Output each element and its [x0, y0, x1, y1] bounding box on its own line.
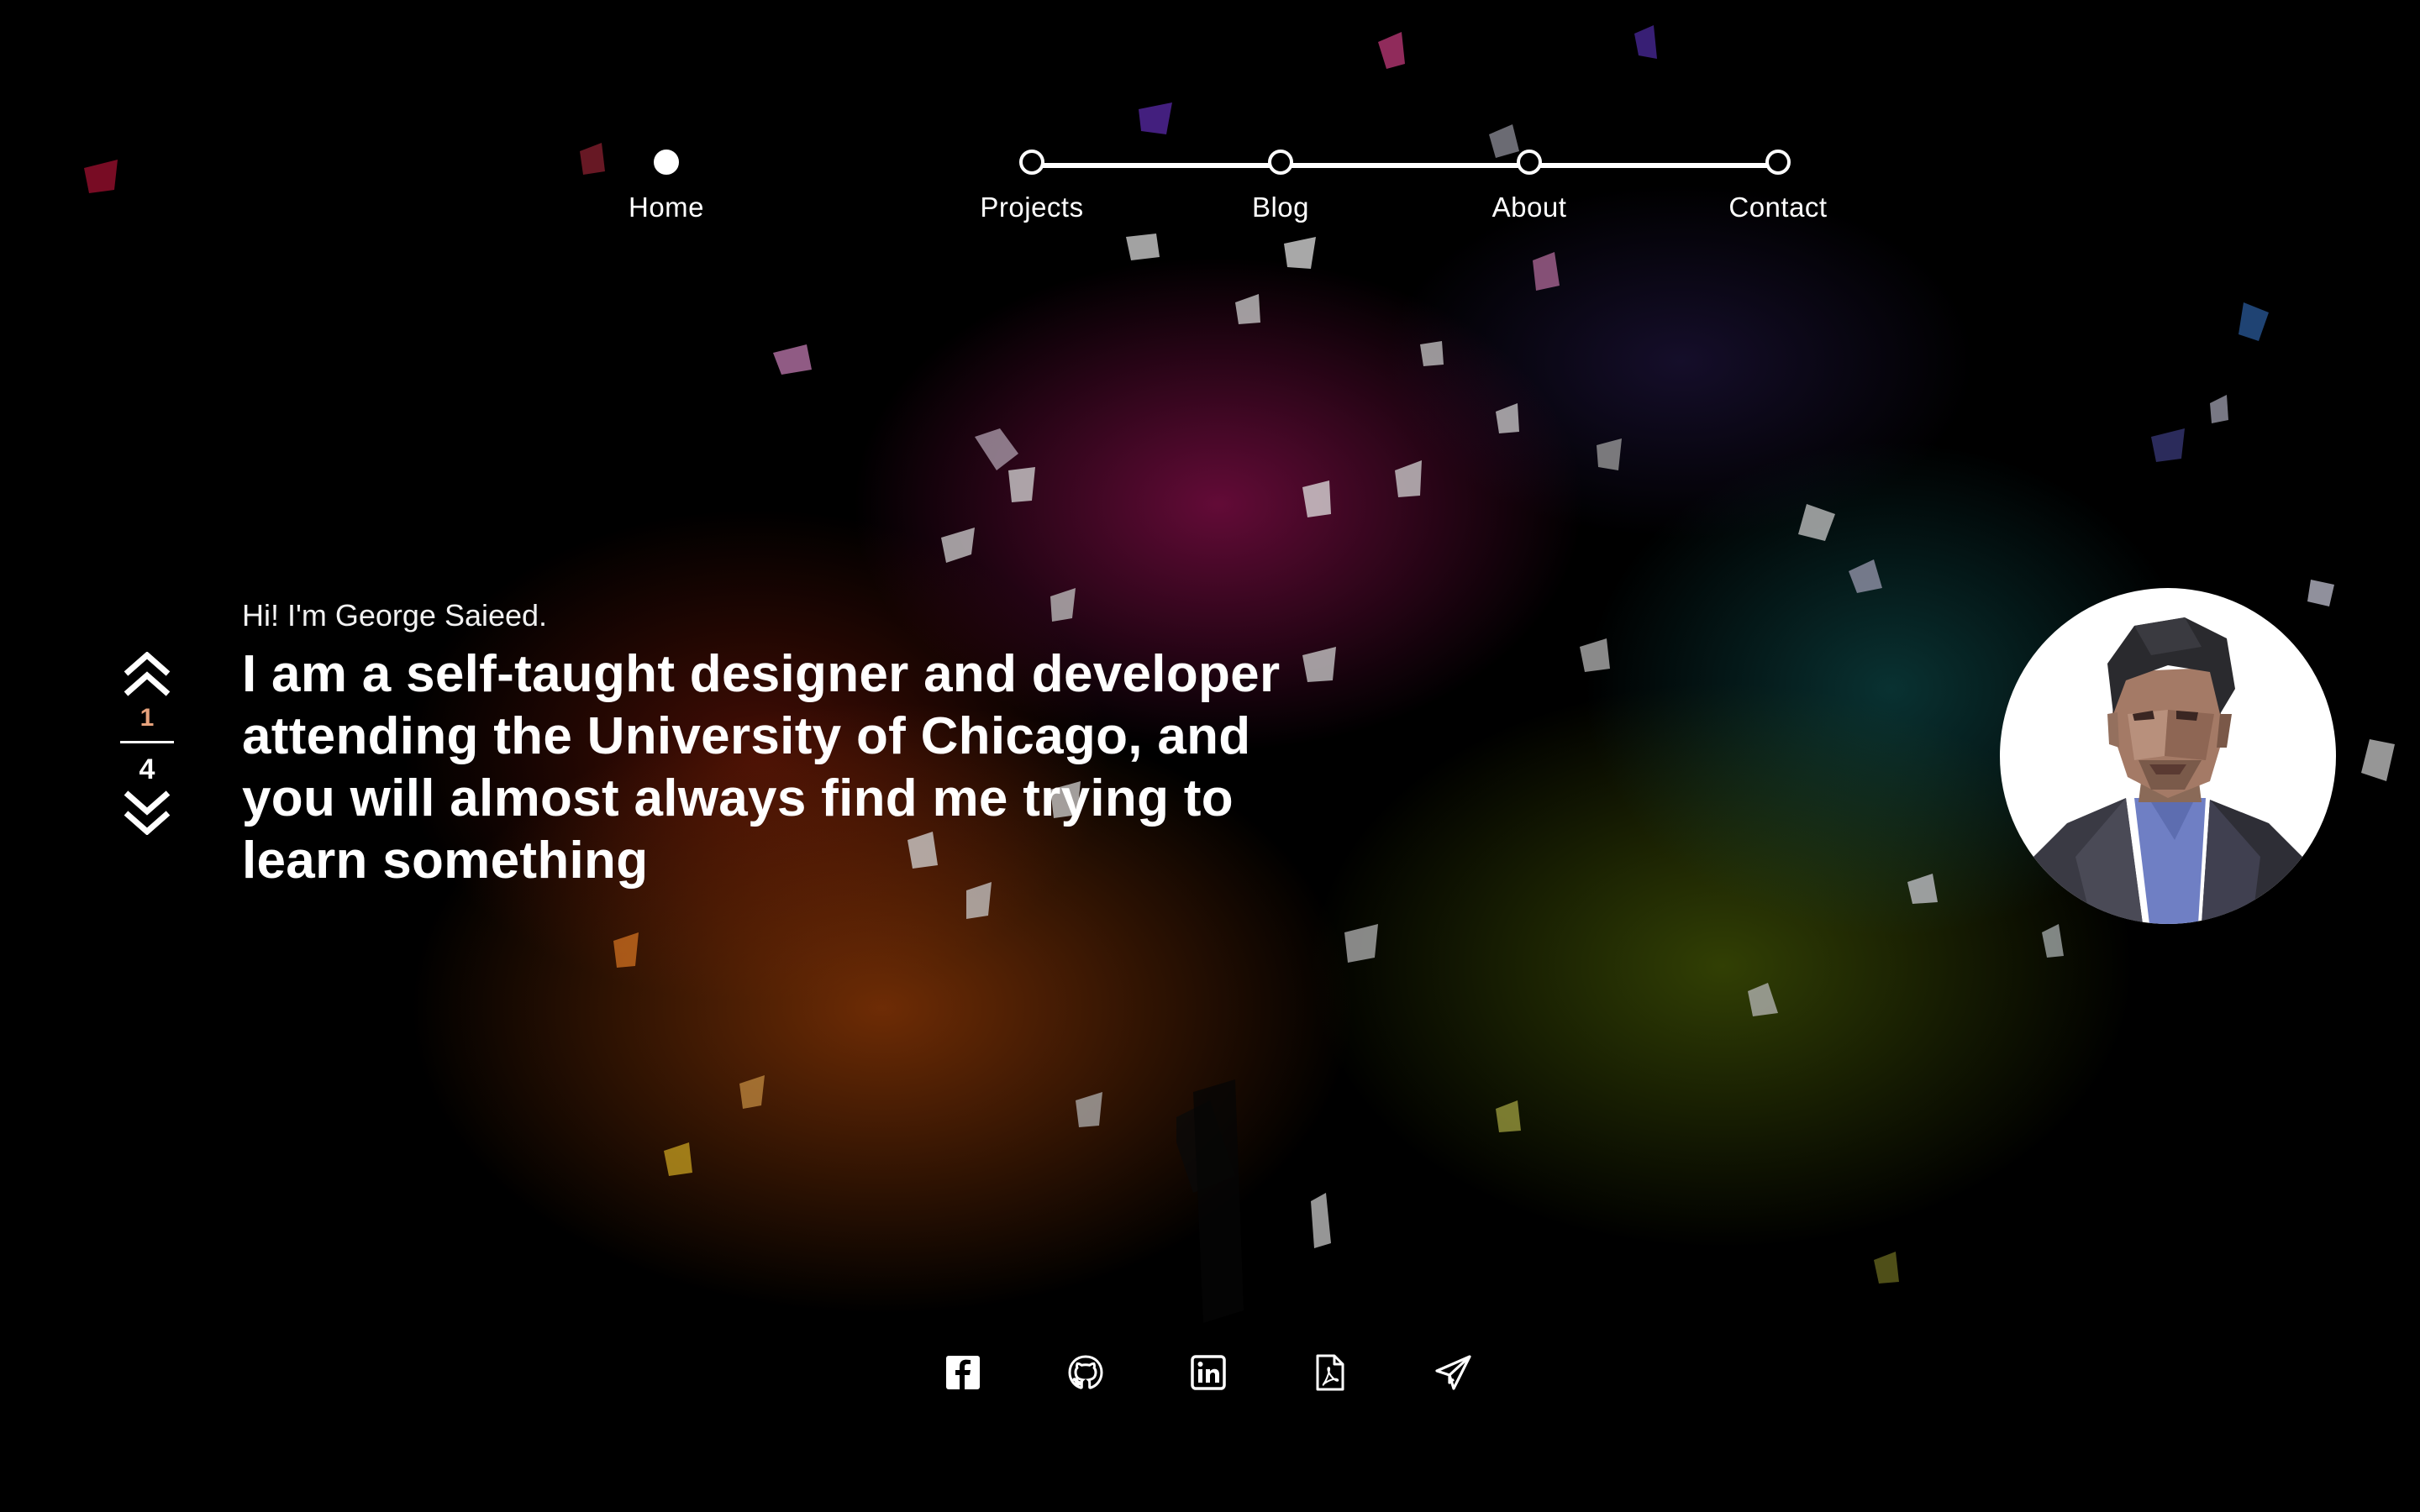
linkedin-icon[interactable] [1188, 1352, 1228, 1393]
avatar [2000, 588, 2336, 924]
pager-total-pages: 4 [139, 753, 155, 785]
nav-dot-home [654, 150, 679, 175]
github-icon[interactable] [1065, 1352, 1106, 1393]
nav-item-about[interactable]: About [1445, 150, 1613, 223]
hero-section: Hi! I'm George Saieed. I am a self-taugh… [242, 598, 1368, 892]
headline-line: you will almost always find me trying to [242, 769, 1234, 827]
nav-label-contact: Contact [1728, 192, 1828, 223]
nav-item-blog[interactable]: Blog [1197, 150, 1365, 223]
page-background: Home Projects Blog About Contact 1 4 Hi!… [0, 0, 2420, 1512]
low-poly-portrait [2008, 617, 2332, 924]
paper-plane-icon[interactable] [1434, 1352, 1474, 1393]
headline-line: I am a self-taught designer and develope… [242, 645, 1281, 703]
double-chevron-up-icon[interactable] [118, 652, 176, 699]
pager-current-page: 1 [139, 704, 155, 732]
nav-dot-contact [1765, 150, 1791, 175]
nav-dot-projects [1019, 150, 1044, 175]
top-nav: Home Projects Blog About Contact [0, 0, 2420, 252]
nav-label-about: About [1491, 192, 1567, 223]
headline-line: learn something [242, 832, 649, 890]
greeting-text: Hi! I'm George Saieed. [242, 598, 548, 633]
pdf-resume-icon[interactable] [1309, 1352, 1349, 1393]
nav-dot-blog [1268, 150, 1293, 175]
hero-headline: I am a self-taught designer and develope… [242, 643, 1368, 892]
social-links [0, 1352, 2420, 1403]
facebook-icon[interactable] [943, 1352, 983, 1393]
slide-pager: 1 4 [118, 652, 176, 835]
nav-progress-line [1032, 163, 1778, 168]
nav-label-blog: Blog [1251, 192, 1310, 223]
nav-item-contact[interactable]: Contact [1694, 150, 1862, 223]
nav-label-home: Home [628, 192, 705, 223]
pager-divider [120, 741, 174, 743]
nav-item-projects[interactable]: Projects [948, 150, 1116, 223]
double-chevron-down-icon[interactable] [118, 788, 176, 835]
nav-item-home[interactable]: Home [582, 150, 750, 223]
nav-dot-about [1517, 150, 1542, 175]
nav-label-projects: Projects [980, 192, 1084, 223]
headline-line: attending the University of Chicago, and [242, 707, 1251, 765]
